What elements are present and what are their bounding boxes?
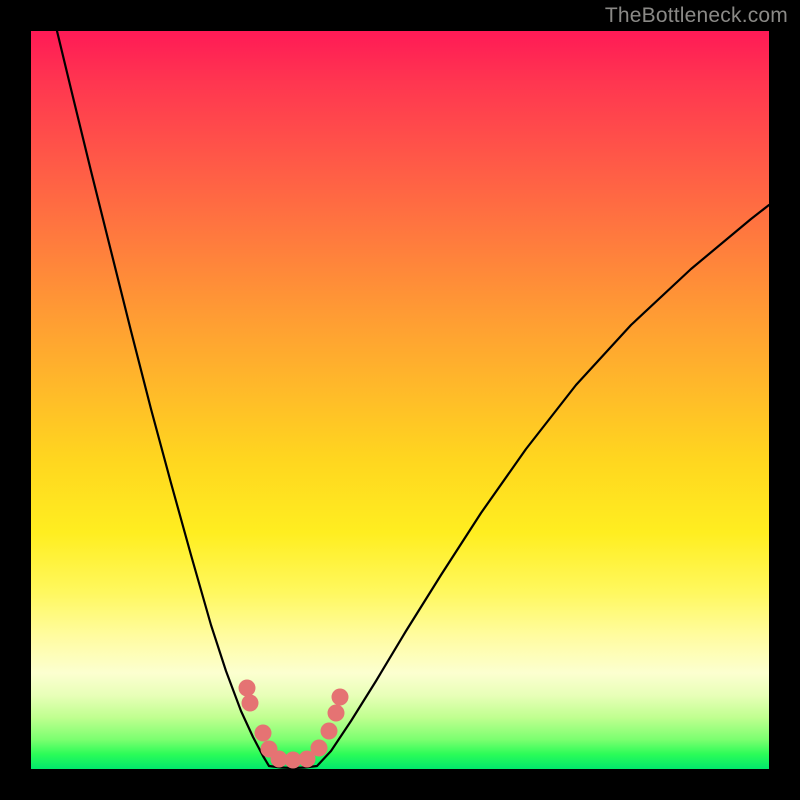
plot-area <box>31 31 769 769</box>
marker-point <box>239 680 256 697</box>
marker-point <box>332 689 349 706</box>
marker-point <box>255 725 272 742</box>
marker-point <box>328 705 345 722</box>
marker-point <box>321 723 338 740</box>
series-bottleneck-curve <box>57 31 769 768</box>
marker-point <box>311 740 328 757</box>
watermark-text: TheBottleneck.com <box>605 4 788 28</box>
chart-frame: TheBottleneck.com <box>0 0 800 800</box>
curve-layer <box>31 31 769 769</box>
curve-markers <box>239 680 349 769</box>
marker-point <box>242 695 259 712</box>
curve-series <box>57 31 769 768</box>
